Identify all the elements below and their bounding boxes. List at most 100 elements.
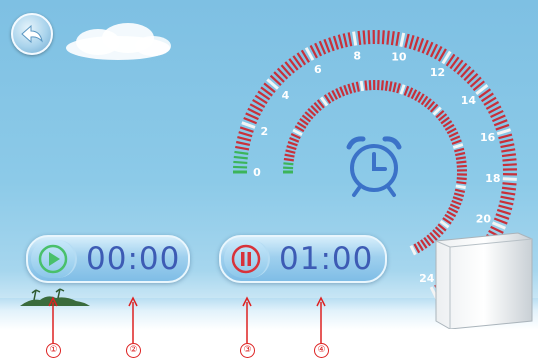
inner-dial-tick bbox=[292, 128, 303, 136]
inner-dial-tick bbox=[285, 149, 296, 154]
inner-dial-tick bbox=[339, 86, 346, 97]
inner-dial-tick bbox=[451, 199, 462, 206]
inner-dial-tick bbox=[448, 207, 459, 214]
outer-dial-tick bbox=[233, 160, 248, 165]
outer-dial-tick bbox=[501, 191, 516, 196]
outer-dial-label-2: 2 bbox=[261, 125, 269, 138]
pause-button[interactable] bbox=[224, 240, 270, 278]
outer-dial-tick bbox=[347, 32, 353, 47]
inner-dial-tick bbox=[351, 82, 357, 93]
inner-dial-tick bbox=[409, 245, 417, 256]
outer-dial-tick bbox=[235, 140, 251, 147]
outer-dial-label-18: 18 bbox=[485, 172, 500, 185]
outer-dial-tick bbox=[498, 133, 513, 140]
inner-dial-tick bbox=[359, 80, 365, 92]
inner-dial-tick bbox=[283, 162, 294, 166]
run-time-display[interactable]: 00:00 bbox=[86, 239, 180, 279]
inner-dial-tick bbox=[331, 89, 338, 100]
inner-dial-tick bbox=[456, 160, 467, 164]
run-timer-control: 00:00 bbox=[26, 235, 190, 283]
delay-time-display[interactable]: 01:00 bbox=[279, 239, 373, 279]
inner-dial-tick bbox=[452, 196, 463, 202]
inner-dial-tick bbox=[396, 83, 402, 94]
inner-dial-tick bbox=[364, 80, 368, 91]
outer-dial-tick bbox=[357, 30, 362, 45]
outer-dial-tick bbox=[337, 34, 344, 49]
alarm-clock-icon bbox=[346, 136, 402, 197]
outer-dial-tick bbox=[496, 208, 511, 216]
outer-dial-tick bbox=[417, 38, 425, 52]
appliance-image bbox=[435, 232, 533, 329]
outer-dial-tick bbox=[352, 31, 358, 46]
inner-dial-tick bbox=[368, 80, 372, 91]
outer-dial-tick bbox=[404, 33, 410, 48]
outer-dial-tick bbox=[381, 30, 385, 45]
delay-timer-control: 01:00 bbox=[219, 235, 387, 283]
inner-dial-tick bbox=[347, 83, 353, 94]
outer-dial-tick bbox=[413, 36, 420, 51]
inner-dial-tick bbox=[454, 147, 465, 153]
play-icon bbox=[38, 244, 68, 274]
outer-dial-tick bbox=[367, 30, 371, 45]
outer-dial-tick bbox=[239, 126, 254, 133]
inner-dial-tick bbox=[289, 136, 300, 143]
inner-dial-tick bbox=[448, 131, 459, 138]
inner-dial-tick bbox=[456, 177, 467, 181]
outer-dial-tick bbox=[498, 204, 513, 211]
outer-dial-label-6: 6 bbox=[314, 63, 322, 76]
inner-dial-tick bbox=[407, 87, 414, 98]
inner-dial-tick bbox=[343, 84, 349, 96]
outer-dial-label-16: 16 bbox=[480, 131, 496, 144]
outer-dial-tick bbox=[238, 131, 253, 138]
outer-dial-tick bbox=[495, 213, 510, 220]
inner-dial-tick bbox=[403, 85, 410, 96]
outer-dial-tick bbox=[499, 200, 514, 206]
outer-dial-tick bbox=[496, 128, 511, 136]
inner-dial-tick bbox=[452, 143, 464, 150]
inner-dial-tick bbox=[384, 80, 389, 91]
outer-dial-tick bbox=[362, 30, 366, 45]
outer-dial-label-10: 10 bbox=[391, 50, 407, 63]
inner-dial-tick bbox=[286, 145, 297, 151]
inner-dial-tick bbox=[446, 127, 457, 135]
outer-dial-tick bbox=[501, 186, 517, 191]
inner-dial-tick bbox=[410, 89, 418, 100]
outer-dial-tick bbox=[241, 121, 256, 129]
outer-dial-label-0: 0 bbox=[253, 166, 261, 179]
inner-dial-tick bbox=[455, 156, 466, 160]
outer-dial-tick bbox=[237, 136, 252, 142]
outer-dial-tick bbox=[328, 37, 335, 52]
outer-dial-tick bbox=[500, 195, 515, 201]
inner-dial-tick bbox=[284, 153, 295, 158]
outer-dial-tick bbox=[332, 35, 340, 50]
outer-dial-tick bbox=[501, 153, 517, 158]
annotation-2: ② bbox=[126, 296, 142, 358]
play-button[interactable] bbox=[31, 240, 77, 278]
outer-dial-label-8: 8 bbox=[353, 49, 361, 62]
inner-dial-tick bbox=[283, 157, 294, 162]
annotation-1-label: ① bbox=[46, 343, 61, 358]
annotation-2-label: ② bbox=[126, 343, 141, 358]
outer-dial-tick bbox=[495, 123, 510, 131]
inner-dial-tick bbox=[392, 82, 397, 93]
outer-dial-tick bbox=[386, 30, 390, 45]
inner-dial-tick bbox=[449, 203, 460, 210]
outer-dial-tick bbox=[491, 221, 506, 230]
outer-dial-tick bbox=[408, 35, 415, 50]
outer-dial-tick bbox=[323, 38, 331, 53]
outer-dial-label-20: 20 bbox=[476, 213, 492, 226]
outer-dial-tick bbox=[493, 119, 508, 127]
outer-dial-tick bbox=[233, 155, 248, 160]
outer-dial-tick bbox=[502, 182, 517, 186]
inner-dial-tick bbox=[355, 81, 360, 92]
outer-dial-tick bbox=[500, 143, 515, 149]
outer-dial-tick bbox=[502, 177, 517, 181]
inner-dial-tick bbox=[456, 180, 467, 185]
annotation-3-label: ③ bbox=[240, 343, 255, 358]
inner-dial-tick bbox=[453, 192, 465, 198]
outer-dial-tick bbox=[421, 39, 429, 54]
app-screen: 024681012141618202224 00:00 01:00 bbox=[0, 0, 538, 330]
outer-dial-tick bbox=[235, 145, 250, 151]
inner-dial-tick bbox=[335, 88, 342, 99]
annotation-4: ④ bbox=[314, 296, 330, 358]
